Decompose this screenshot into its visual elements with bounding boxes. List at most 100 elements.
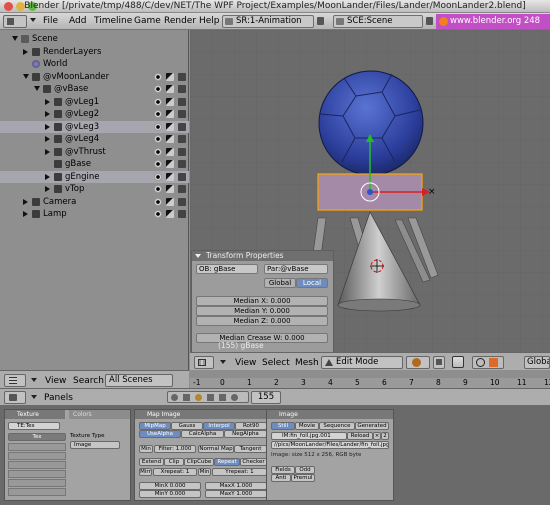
delete-screen-icon[interactable]	[317, 17, 324, 25]
parent-field[interactable]: Par:@vBase	[264, 264, 328, 274]
render-icon[interactable]	[178, 197, 186, 206]
rot90-toggle[interactable]: Rot90	[235, 422, 267, 430]
script-icon[interactable]	[183, 394, 190, 401]
maxy-field[interactable]: MaxY 1.000	[205, 490, 267, 498]
mirror-y-toggle[interactable]: Min	[198, 468, 211, 476]
expand-triangle-icon[interactable]	[23, 73, 29, 79]
texture-list-item[interactable]: Tex	[8, 433, 66, 441]
render-icon[interactable]	[178, 147, 186, 156]
clip-toggle[interactable]: Clip	[164, 458, 184, 466]
menu-timeline[interactable]: Timeline	[94, 16, 132, 27]
sequence-tab[interactable]: Sequence	[319, 422, 355, 430]
yrepeat-field[interactable]: Yrepeat: 1	[212, 468, 267, 476]
outliner-row[interactable]: gBase	[0, 158, 189, 170]
eye-icon[interactable]	[154, 210, 162, 218]
texture-slot[interactable]	[8, 452, 66, 460]
maxx-field[interactable]: MaxX 1.000	[205, 482, 267, 490]
min-toggle[interactable]: Min	[139, 445, 153, 453]
mesh-menu[interactable]: Mesh	[295, 358, 319, 369]
transform-properties-panel[interactable]: Transform Properties OB: gBase Par:@vBas…	[191, 250, 334, 354]
calcalpha-toggle[interactable]: CalcAlpha	[181, 430, 224, 438]
outliner-row[interactable]: World	[0, 58, 189, 70]
cursor-icon[interactable]	[166, 172, 174, 181]
collapse-header-icon[interactable]	[220, 360, 226, 364]
local-toggle[interactable]: Local	[296, 278, 328, 288]
texture-slot[interactable]	[8, 488, 66, 496]
extend-toggle[interactable]: Extend	[139, 458, 164, 466]
collapse-menu-icon[interactable]	[30, 18, 36, 22]
render-icon[interactable]	[178, 160, 186, 168]
render-icon[interactable]	[178, 122, 186, 131]
texture-slot[interactable]	[8, 479, 66, 487]
gauss-toggle[interactable]: Gauss	[171, 422, 203, 430]
outliner-row[interactable]: @vLeg1	[0, 96, 189, 108]
texture-panel[interactable]: Texture Colors TE:Tex Tex Texture Type I…	[4, 409, 131, 501]
shading-icon[interactable]	[195, 394, 202, 401]
outliner-row[interactable]: @vLeg3	[0, 120, 189, 133]
outliner-row[interactable]: @vThrust	[0, 146, 189, 158]
hand-tool-icon[interactable]	[452, 356, 464, 368]
cursor-icon[interactable]	[166, 185, 174, 193]
movie-tab[interactable]: Movie	[295, 422, 319, 430]
outliner-row[interactable]: vTop	[0, 183, 189, 195]
eye-icon[interactable]	[154, 185, 162, 193]
cursor-icon[interactable]	[166, 135, 174, 143]
still-tab[interactable]: Still	[271, 422, 295, 430]
eye-icon[interactable]	[154, 110, 162, 118]
usealpha-toggle[interactable]: UseAlpha	[139, 430, 181, 438]
texture-slot[interactable]	[8, 461, 66, 469]
render-icon[interactable]	[178, 185, 186, 193]
cursor-icon[interactable]	[166, 210, 174, 218]
menu-add[interactable]: Add	[69, 16, 86, 27]
outliner-row[interactable]: @vBase	[0, 83, 189, 95]
outliner-row[interactable]: @vLeg4	[0, 133, 189, 145]
cursor-icon[interactable]	[166, 85, 174, 93]
collapse-header-icon[interactable]	[31, 378, 37, 382]
texture-name-field[interactable]: TE:Tex	[8, 422, 60, 430]
eye-icon[interactable]	[154, 147, 162, 156]
outliner-row[interactable]: Lamp	[0, 208, 189, 220]
screen-select[interactable]: SR:1-Animation	[222, 15, 314, 28]
cursor-icon[interactable]	[166, 72, 174, 81]
texture-slot[interactable]	[8, 470, 66, 478]
eye-icon[interactable]	[154, 197, 162, 206]
transform-panel-header[interactable]: Transform Properties	[192, 251, 333, 261]
collapsed-triangle-icon[interactable]	[45, 186, 50, 192]
render-icon[interactable]	[178, 172, 186, 181]
cursor-icon[interactable]	[166, 122, 174, 131]
menu-file[interactable]: File	[43, 16, 58, 27]
logic-icon[interactable]	[171, 394, 178, 401]
outliner-row[interactable]: Scene	[0, 33, 189, 45]
outliner-row[interactable]: Camera	[0, 196, 189, 208]
image-name-field[interactable]: IM:fin_foil.jpg.001	[271, 432, 347, 440]
odd-toggle[interactable]: Odd	[295, 466, 315, 474]
unlink-image-icon[interactable]: ×	[373, 432, 381, 440]
anti-toggle[interactable]: Anti	[271, 474, 291, 482]
pivot-select[interactable]	[472, 356, 504, 369]
cursor-icon[interactable]	[166, 160, 174, 168]
miny-field[interactable]: MinY 0.000	[139, 490, 201, 498]
collapse-panel-icon[interactable]	[195, 254, 201, 258]
texture-type-select[interactable]: Image	[70, 441, 120, 449]
view-type-select[interactable]	[194, 356, 214, 369]
buttons-type-select[interactable]	[4, 391, 26, 404]
frame-field[interactable]: 155	[251, 391, 281, 404]
expand-triangle-icon[interactable]	[34, 86, 40, 91]
mipmap-toggle[interactable]: MipMap	[139, 422, 171, 430]
editor-type-select[interactable]	[3, 15, 27, 28]
menu-help[interactable]: Help	[199, 16, 220, 27]
collapsed-triangle-icon[interactable]	[45, 98, 50, 105]
outliner-search-menu[interactable]: Search	[73, 376, 104, 387]
delete-scene-icon[interactable]	[426, 17, 433, 25]
timeline-ruler[interactable]: -10123456789101112	[190, 378, 550, 388]
menu-render[interactable]: Render	[164, 16, 196, 27]
collapsed-triangle-icon[interactable]	[45, 136, 50, 142]
checker-toggle[interactable]: Checker	[240, 458, 267, 466]
normal-map-toggle[interactable]: Normal Map	[198, 445, 234, 453]
minx-field[interactable]: MinX 0.000	[139, 482, 201, 490]
median-y-field[interactable]: Median Y: 0.000	[196, 306, 328, 316]
image-path-field[interactable]: //pics/MoonLander/Files/Lander/fin_foil.…	[271, 441, 389, 449]
collapsed-triangle-icon[interactable]	[45, 148, 50, 155]
outliner-row[interactable]: @vMoonLander	[0, 71, 189, 83]
median-x-field[interactable]: Median X: 0.000	[196, 296, 328, 306]
